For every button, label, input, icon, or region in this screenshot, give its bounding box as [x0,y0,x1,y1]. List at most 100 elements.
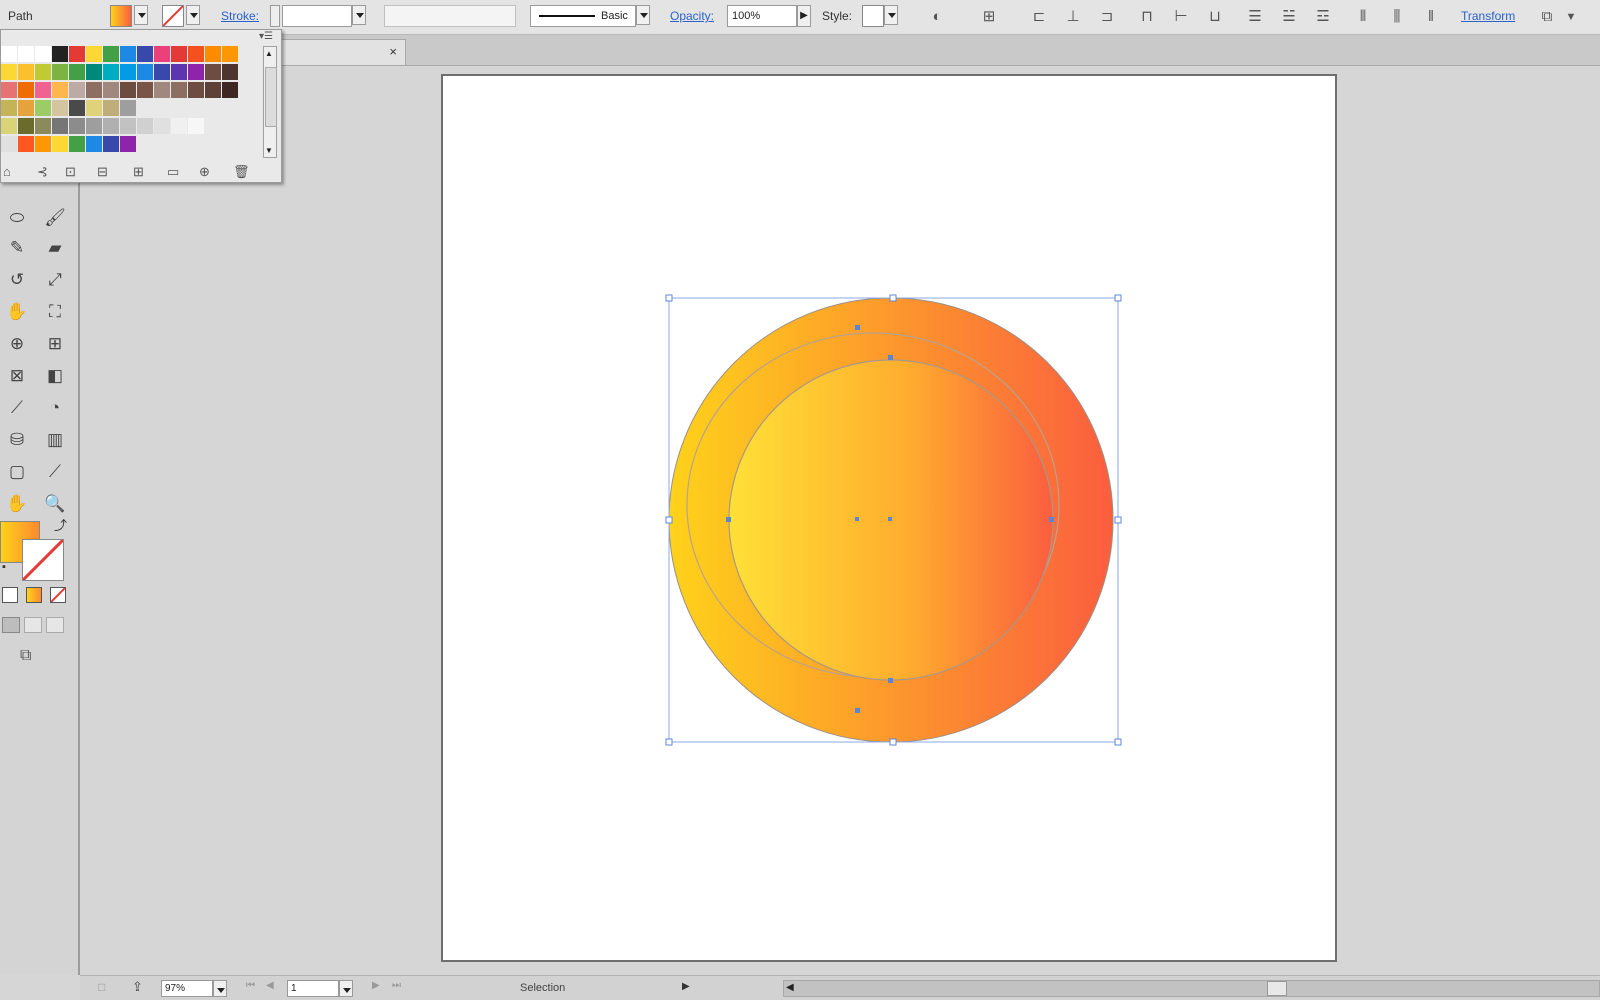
stroke-dropdown[interactable] [186,5,200,25]
color-swatch[interactable] [154,82,171,99]
align-top-icon[interactable]: ⊓ [1136,7,1158,27]
status-menu-arrow-icon[interactable]: ▶ [682,981,690,992]
distribute-top-icon[interactable]: ☰ [1244,7,1266,27]
color-swatch[interactable] [205,82,222,99]
color-swatch[interactable] [52,64,69,81]
color-swatch[interactable] [1,64,18,81]
color-swatch[interactable] [120,136,137,153]
shape-builder-tool-icon[interactable]: ⊕ [2,331,32,357]
color-swatch[interactable] [120,46,137,63]
stroke-panel-link[interactable]: Stroke: [221,9,259,23]
blend-tool-icon[interactable]: ◔ [40,395,70,421]
stroke-weight-stepper[interactable] [270,5,280,27]
default-fill-stroke-icon[interactable]: ▪ [2,561,6,573]
color-swatch[interactable] [103,136,120,153]
color-swatch[interactable] [154,118,171,135]
rotate-tool-icon[interactable]: ↺ [2,267,32,293]
color-swatch[interactable] [188,118,205,135]
color-swatch[interactable] [171,46,188,63]
brush-definition-field[interactable]: Basic [530,5,636,27]
distribute-bottom-icon[interactable]: ☲ [1312,7,1334,27]
draw-inside-icon[interactable] [46,617,64,633]
color-swatch[interactable] [222,46,239,63]
color-swatch[interactable] [188,64,205,81]
variable-width-profile[interactable] [384,5,516,27]
scroll-down-icon[interactable]: ▼ [265,146,273,155]
color-swatch[interactable] [35,136,52,153]
color-swatch[interactable] [52,82,69,99]
folder-icon[interactable]: ▭ [167,164,179,180]
style-dropdown[interactable] [884,5,898,25]
color-swatch[interactable] [52,100,69,117]
color-swatch[interactable] [1,118,18,135]
color-swatch[interactable] [137,118,154,135]
color-swatch[interactable] [120,118,137,135]
color-swatch[interactable] [35,64,52,81]
distribute-left-icon[interactable]: ⫴ [1352,7,1374,27]
slice-tool-icon[interactable]: ⟋ [40,459,70,485]
previous-artboard-icon[interactable]: ◀ [266,980,274,991]
none-mode-icon[interactable] [50,587,66,603]
color-swatch[interactable] [35,100,52,117]
zoom-dropdown[interactable] [213,980,227,997]
color-swatch[interactable] [1,136,18,153]
stroke-weight-dropdown[interactable] [352,5,366,25]
open-in-bridge-icon[interactable]: ⇪ [132,979,143,995]
brush-dropdown[interactable] [636,5,650,25]
color-swatch[interactable] [52,46,69,63]
column-graph-tool-icon[interactable]: ▥ [40,427,70,453]
warp-tool-icon[interactable]: ✋ [2,299,32,325]
transform-panel-link[interactable]: Transform [1461,9,1515,23]
color-swatch[interactable] [120,64,137,81]
color-swatch[interactable] [103,118,120,135]
color-swatch[interactable] [86,118,103,135]
horizontal-scrollbar[interactable]: ◀ [783,980,1600,997]
pencil-tool-icon[interactable]: ✎ [2,235,32,261]
color-swatch[interactable] [1,46,18,63]
color-mode-icon[interactable] [2,587,18,603]
eyedropper-tool-icon[interactable]: ⟋ [2,395,32,421]
color-swatch[interactable] [103,64,120,81]
change-screen-mode-icon[interactable]: ⧉ [20,647,46,665]
gradient-tool-icon[interactable]: ◧ [40,363,70,389]
color-swatch[interactable] [52,136,69,153]
scroll-up-icon[interactable]: ▲ [265,49,273,58]
stroke-color-box[interactable] [22,539,64,581]
free-transform-tool-icon[interactable]: ⛶ [40,299,70,325]
color-swatch[interactable] [35,118,52,135]
color-swatch[interactable] [18,64,35,81]
gradient-mode-icon[interactable] [26,587,42,603]
color-swatch[interactable] [154,46,171,63]
color-swatch[interactable] [154,64,171,81]
color-swatch[interactable] [120,82,137,99]
color-swatch[interactable] [69,64,86,81]
distribute-right-icon[interactable]: ‖ [1420,7,1442,27]
zoom-field[interactable]: 97% [161,980,213,997]
color-swatch[interactable] [171,82,188,99]
color-swatch[interactable] [137,46,154,63]
close-tab-icon[interactable]: × [389,44,397,59]
color-swatch[interactable] [171,64,188,81]
paintbrush-tool-icon[interactable]: 🖌 [40,205,70,231]
new-swatch-icon[interactable]: ⊕ [199,164,210,180]
hand-tool-icon[interactable]: ✋ [2,491,32,517]
isolate-group-icon[interactable]: ⧉ [1536,7,1558,27]
document-tab[interactable]: × [280,39,406,65]
color-swatch[interactable] [86,136,103,153]
color-swatch[interactable] [222,64,239,81]
color-swatch[interactable] [86,100,103,117]
color-swatch[interactable] [69,136,86,153]
color-swatch[interactable] [18,136,35,153]
panel-menu-icon[interactable]: ▾☰ [259,31,273,42]
fill-dropdown[interactable] [134,5,148,25]
color-swatch[interactable] [18,46,35,63]
color-swatch[interactable] [86,82,103,99]
stroke-weight-field[interactable] [282,5,352,27]
horizontal-scroll-thumb[interactable] [1267,981,1287,996]
color-swatch[interactable] [188,82,205,99]
color-swatch[interactable] [69,46,86,63]
draw-normal-icon[interactable] [2,617,20,633]
color-swatch[interactable] [69,82,86,99]
color-swatch[interactable] [171,118,188,135]
color-swatch[interactable] [86,64,103,81]
